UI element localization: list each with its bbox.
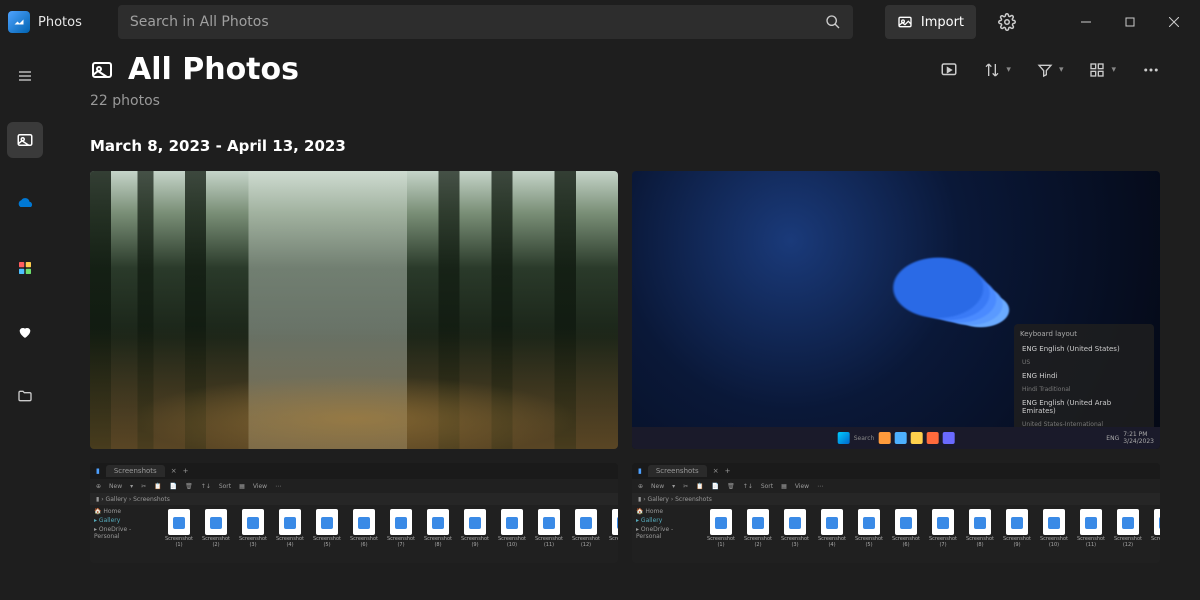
file-item: Screenshot (5) (310, 509, 344, 559)
all-photos-icon (90, 58, 114, 82)
taskbar-icon (894, 432, 906, 444)
file-item: Screenshot (1) (704, 509, 738, 559)
app-title: Photos (38, 15, 82, 30)
chevron-down-icon: ▾ (1111, 65, 1116, 75)
sidebar-item-folders[interactable] (7, 378, 43, 414)
photo-thumbnail[interactable]: ▮ Screenshots ×+ ⊕New▾ ✂📋📄🗑 ↑↓Sort ▦View… (90, 463, 618, 563)
taskbar-icon (926, 432, 938, 444)
taskbar-icon (878, 432, 890, 444)
file-item: Screenshot (4) (815, 509, 849, 559)
layout-button[interactable]: ▾ (1089, 62, 1116, 78)
sidebar-item-all-photos[interactable] (7, 122, 43, 158)
filter-button[interactable]: ▾ (1037, 62, 1064, 78)
chevron-down-icon: ▾ (1059, 65, 1064, 75)
minimize-button[interactable] (1064, 7, 1108, 37)
sidebar-item-onedrive[interactable] (7, 186, 43, 222)
file-item: Screenshot (7) (926, 509, 960, 559)
file-item: Screenshot (13) (606, 509, 618, 559)
settings-button[interactable] (998, 13, 1016, 31)
sidebar-menu-button[interactable] (7, 58, 43, 94)
file-item: Screenshot (6) (347, 509, 381, 559)
sidebar (0, 44, 50, 600)
slideshow-button[interactable] (940, 61, 958, 79)
file-item: Screenshot (12) (569, 509, 603, 559)
photo-thumbnail[interactable]: Keyboard layout ENG English (United Stat… (632, 171, 1160, 449)
taskbar: Search ENG 7:21 PM 3/24/2023 (632, 427, 1160, 449)
file-item: Screenshot (3) (236, 509, 270, 559)
page-title: All Photos (90, 52, 299, 87)
search-input[interactable] (130, 14, 825, 30)
photo-count: 22 photos (90, 93, 1160, 109)
start-icon (838, 432, 850, 444)
file-item: Screenshot (3) (778, 509, 812, 559)
file-item: Screenshot (2) (741, 509, 775, 559)
file-item: Screenshot (9) (1000, 509, 1034, 559)
more-button[interactable] (1142, 61, 1160, 79)
date-range: March 8, 2023 - April 13, 2023 (90, 137, 1160, 155)
file-item: Screenshot (9) (458, 509, 492, 559)
sidebar-item-favorites[interactable] (7, 314, 43, 350)
file-item: Screenshot (10) (1037, 509, 1071, 559)
taskbar-icon (942, 432, 954, 444)
app-logo-icon (8, 11, 30, 33)
sort-button[interactable]: ▾ (984, 62, 1011, 78)
file-item: Screenshot (4) (273, 509, 307, 559)
file-item: Screenshot (12) (1111, 509, 1145, 559)
file-item: Screenshot (2) (199, 509, 233, 559)
file-item: Screenshot (8) (421, 509, 455, 559)
file-item: Screenshot (6) (889, 509, 923, 559)
file-item: Screenshot (7) (384, 509, 418, 559)
search-box[interactable] (118, 5, 853, 39)
chevron-down-icon: ▾ (1006, 65, 1011, 75)
file-item: Screenshot (8) (963, 509, 997, 559)
maximize-button[interactable] (1108, 7, 1152, 37)
file-item: Screenshot (11) (532, 509, 566, 559)
file-item: Screenshot (10) (495, 509, 529, 559)
file-item: Screenshot (13) (1148, 509, 1160, 559)
file-item: Screenshot (11) (1074, 509, 1108, 559)
photo-thumbnail[interactable] (90, 171, 618, 449)
close-button[interactable] (1152, 7, 1196, 37)
file-grid: Screenshot (1)Screenshot (2)Screenshot (… (160, 505, 618, 563)
import-label: Import (921, 15, 964, 30)
search-icon[interactable] (825, 14, 841, 30)
photo-thumbnail[interactable]: ▮ Screenshots ×+ ⊕New▾ ✂📋📄🗑 ↑↓Sort ▦View… (632, 463, 1160, 563)
sidebar-item-icloud[interactable] (7, 250, 43, 286)
file-grid: Screenshot (1)Screenshot (2)Screenshot (… (702, 505, 1160, 563)
file-item: Screenshot (5) (852, 509, 886, 559)
page-title-text: All Photos (128, 52, 299, 87)
import-button[interactable]: Import (885, 5, 976, 39)
file-item: Screenshot (1) (162, 509, 196, 559)
taskbar-icon (910, 432, 922, 444)
